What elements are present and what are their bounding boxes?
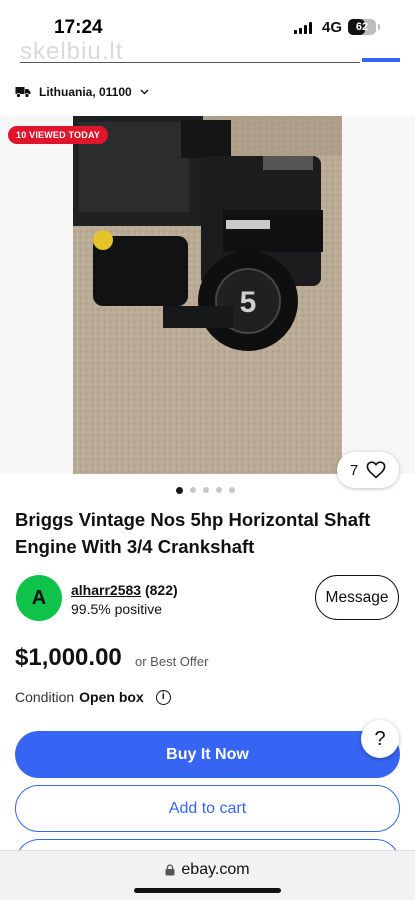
condition-value: Open box — [79, 689, 144, 705]
info-icon[interactable]: i — [155, 689, 171, 705]
viewed-today-badge: 10 VIEWED TODAY — [8, 126, 109, 144]
condition-row: Condition Open box i — [15, 689, 171, 705]
seller-username[interactable]: alharr2583 — [71, 582, 141, 598]
image-pagination[interactable] — [176, 486, 235, 494]
battery-level: 62 — [355, 21, 369, 33]
signal-icon — [294, 22, 312, 34]
battery-icon: 62 — [348, 19, 376, 35]
watch-count: 7 — [349, 461, 359, 479]
watch-button[interactable]: 7 — [337, 452, 399, 488]
pagination-dot[interactable] — [203, 487, 209, 493]
location-label: Lithuania, 01100 — [39, 85, 132, 99]
seller-feedback-count: (822) — [144, 582, 178, 598]
address-bar[interactable]: ebay.com — [0, 861, 415, 879]
status-time: 17:24 — [54, 17, 103, 38]
item-price: $1,000.00 — [15, 644, 122, 671]
message-button[interactable]: Message — [315, 575, 399, 620]
network-type: 4G — [322, 19, 343, 36]
pagination-dot[interactable] — [229, 487, 235, 493]
listing-title: Briggs Vintage Nos 5hp Horizontal Shaft … — [15, 509, 371, 557]
url-text: ebay.com — [181, 861, 250, 878]
page-load-progress — [362, 58, 400, 62]
condition-label: Condition — [15, 689, 75, 705]
lock-icon — [165, 864, 175, 876]
add-to-cart-button[interactable]: Add to cart — [15, 785, 400, 832]
page-divider — [20, 62, 360, 63]
heart-icon — [366, 461, 386, 479]
pagination-dot[interactable] — [176, 486, 183, 494]
engine-photo[interactable]: 5 — [73, 116, 342, 474]
battery-nub — [378, 24, 380, 30]
chevron-down-icon — [140, 89, 149, 95]
home-indicator[interactable] — [134, 888, 281, 893]
seller-positive-feedback: 99.5% positive — [71, 601, 163, 617]
buy-it-now-button[interactable]: Buy It Now — [15, 731, 400, 778]
seller-info[interactable]: alharr2583 (822) — [71, 582, 178, 598]
best-offer-label: or Best Offer — [135, 654, 209, 669]
image-gallery[interactable]: 5 — [0, 116, 415, 474]
delivery-location[interactable]: Lithuania, 01100 — [15, 82, 149, 102]
avatar[interactable]: A — [16, 575, 62, 621]
truck-icon — [15, 87, 31, 98]
svg-text:5: 5 — [240, 286, 257, 319]
help-button[interactable]: ? — [361, 720, 399, 758]
pagination-dot[interactable] — [216, 487, 222, 493]
pagination-dot[interactable] — [190, 487, 196, 493]
